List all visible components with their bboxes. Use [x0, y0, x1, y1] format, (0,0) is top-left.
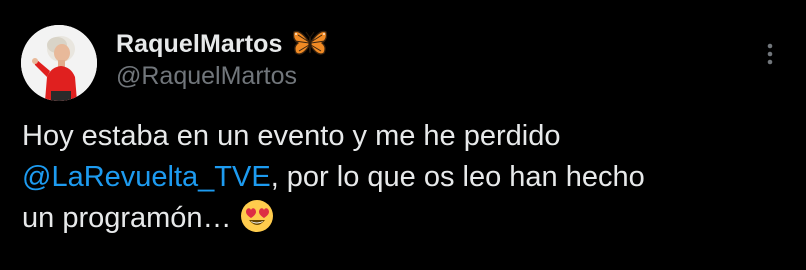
profile-photo-icon [21, 25, 97, 101]
author-handle[interactable]: @RaquelMartos [116, 62, 297, 91]
tweet-text-line-3-text: un programón… [22, 202, 232, 234]
butterfly-icon [292, 29, 328, 59]
author-display-name[interactable]: RaquelMartos [116, 30, 283, 59]
tweet-text-line-1: Hoy estaba en un evento y me he perdido [22, 120, 561, 152]
tweet-card: RaquelMartos @RaquelMartos Hoy estaba en… [0, 0, 806, 270]
tweet-text-line-3: un programón… [22, 198, 782, 239]
avatar[interactable] [21, 25, 97, 101]
mention-link[interactable]: @LaRevuelta_TVE [22, 161, 271, 193]
heart-eyes-emoji-icon [240, 199, 274, 233]
more-vertical-icon[interactable] [757, 38, 783, 70]
tweet-text-line-2: @LaRevuelta_TVE, por lo que os leo han h… [22, 157, 782, 198]
author-name-row: RaquelMartos [116, 28, 328, 60]
tweet-text-line-2-rest: , por lo que os leo han hecho [270, 161, 645, 193]
tweet-text: Hoy estaba en un evento y me he perdido … [22, 116, 782, 239]
